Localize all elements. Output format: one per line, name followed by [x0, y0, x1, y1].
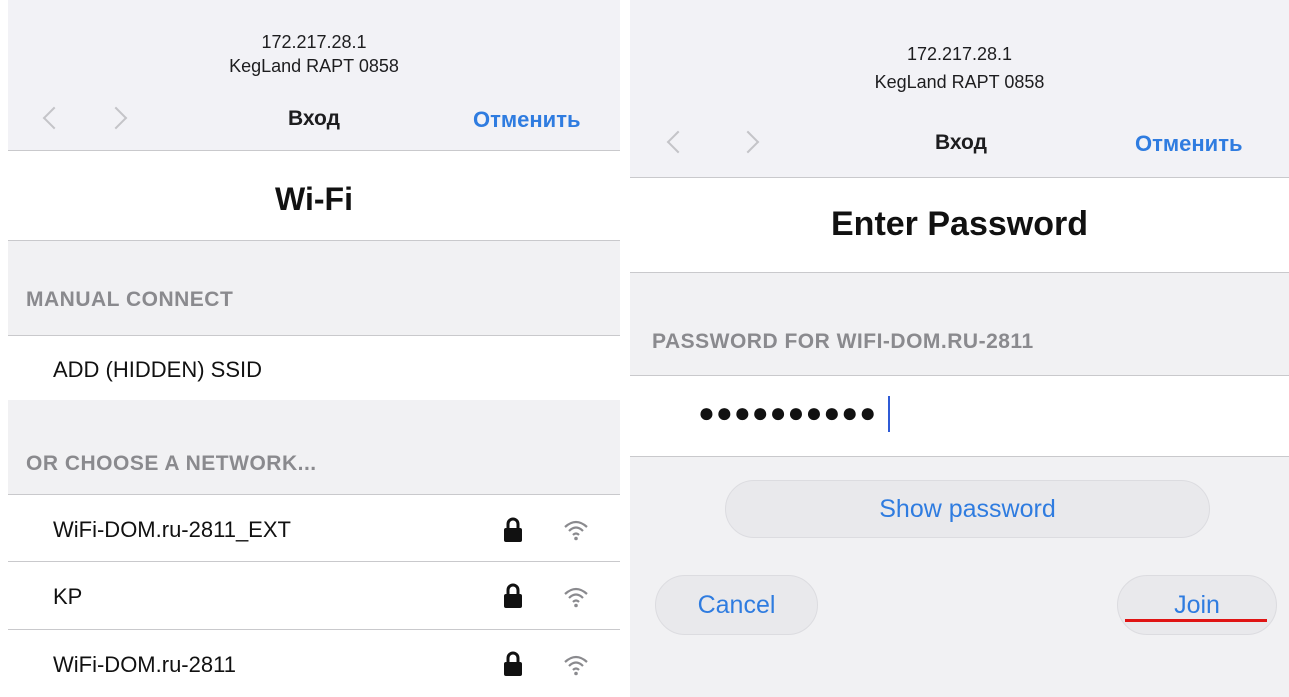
password-input[interactable]: ●●●●●●●●●● [630, 375, 1289, 457]
wifi-icon [564, 520, 588, 541]
back-arrow-icon[interactable] [666, 130, 690, 154]
wifi-list-screen: 172.217.28.1 KegLand RAPT 0858 Вход Отме… [8, 0, 620, 697]
manual-connect-section-label: MANUAL CONNECT [26, 288, 234, 311]
back-arrow-icon[interactable] [42, 106, 66, 130]
show-password-button[interactable]: Show password [725, 480, 1210, 538]
network-row-0[interactable]: WiFi-DOM.ru-2811_EXT [8, 494, 620, 562]
header-ip-address: 172.217.28.1 [906, 44, 1013, 64]
network-ssid: WiFi-DOM.ru-2811_EXT [53, 517, 291, 542]
wifi-icon [564, 655, 588, 676]
choose-network-section-label: OR CHOOSE A NETWORK... [26, 452, 317, 475]
header-cancel-button[interactable]: Отменить [1135, 131, 1243, 157]
join-highlight-underline [1125, 619, 1267, 622]
captive-portal-header: 172.217.28.1 KegLand RAPT 0858 Вход Отме… [8, 0, 620, 151]
page-title: Wi-Fi [8, 151, 620, 241]
network-ssid: KP [53, 584, 83, 609]
lock-icon [504, 651, 522, 676]
network-row-2[interactable]: WiFi-DOM.ru-2811 [8, 629, 620, 697]
wifi-icon [564, 587, 588, 608]
cancel-button[interactable]: Cancel [655, 575, 818, 635]
network-row-1[interactable]: KP [8, 561, 620, 630]
forward-arrow-icon[interactable] [736, 130, 760, 154]
lock-icon [504, 583, 522, 608]
add-hidden-ssid-label: ADD (HIDDEN) SSID [53, 357, 263, 382]
join-button[interactable]: Join [1117, 575, 1277, 635]
header-ip-address: 172.217.28.1 [261, 32, 367, 52]
text-caret [888, 396, 890, 432]
header-device-name: KegLand RAPT 0858 [229, 56, 399, 76]
password-value: ●●●●●●●●●● [698, 397, 878, 428]
network-ssid: WiFi-DOM.ru-2811 [53, 652, 236, 677]
header-title: Вход [288, 107, 340, 130]
enter-password-screen: 172.217.28.1 KegLand RAPT 0858 Вход Отме… [630, 0, 1289, 697]
lock-icon [504, 517, 522, 542]
header-cancel-button[interactable]: Отменить [473, 107, 581, 133]
forward-arrow-icon[interactable] [104, 106, 128, 130]
header-title: Вход [935, 131, 987, 154]
header-device-name: KegLand RAPT 0858 [874, 72, 1045, 92]
password-field-label: PASSWORD FOR WIFI-DOM.RU-2811 [652, 330, 1034, 353]
captive-portal-header: 172.217.28.1 KegLand RAPT 0858 Вход Отме… [630, 0, 1289, 178]
screenshot-stage: 172.217.28.1 KegLand RAPT 0858 Вход Отме… [0, 0, 1289, 697]
page-title: Enter Password [630, 178, 1289, 273]
add-hidden-ssid-row[interactable]: ADD (HIDDEN) SSID [8, 335, 620, 400]
